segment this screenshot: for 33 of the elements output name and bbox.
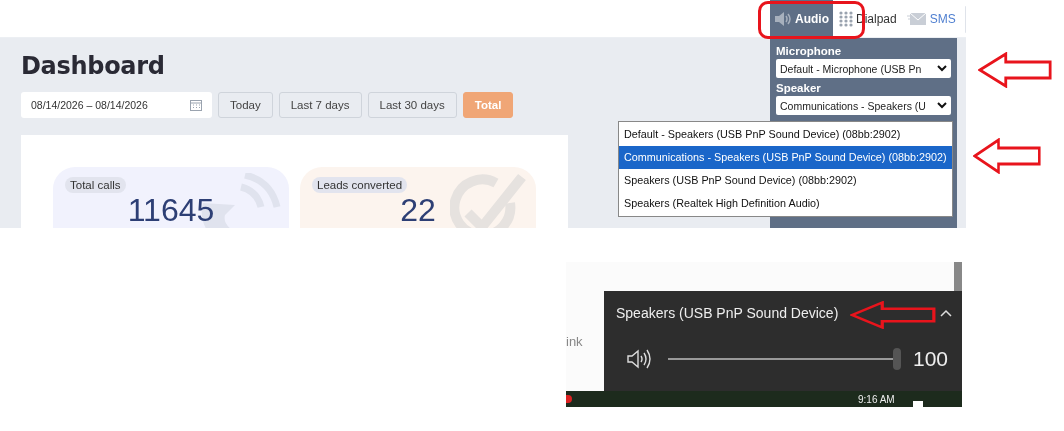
microphone-select[interactable]: Default - Microphone (USB Pn xyxy=(776,59,951,78)
dropdown-option[interactable]: Communications - Speakers (USB PnP Sound Device) (08bb:2902) xyxy=(619,146,952,169)
stat-label: Leads converted xyxy=(312,177,408,193)
speaker-icon[interactable] xyxy=(626,349,652,369)
notification-badge xyxy=(566,395,572,403)
range-button[interactable]: Today xyxy=(218,92,273,118)
dropdown-option[interactable]: Speakers (Realtek High Definition Audio) xyxy=(619,192,952,215)
field-label: Microphone xyxy=(776,44,843,58)
speaker-select[interactable]: Communications - Speakers (U xyxy=(776,96,951,115)
chevron-up-icon[interactable] xyxy=(940,309,952,317)
stat-value: 22 xyxy=(400,194,436,226)
page-title: Dashboard xyxy=(21,52,166,80)
volume-reading: 100 xyxy=(913,347,949,371)
scrollbar[interactable] xyxy=(954,262,962,292)
range-button[interactable]: Last 7 days xyxy=(278,92,362,118)
date-range-field[interactable]: 08/14/2026 – 08/14/2026 xyxy=(21,92,212,118)
device-name: Speakers (USB PnP Sound Device) xyxy=(616,305,839,321)
clock-time: 9:16 AM xyxy=(858,393,895,405)
link-text: ink xyxy=(566,334,583,349)
dropdown-option[interactable]: Speakers (USB PnP Sound Device) (08bb:2902) xyxy=(619,169,952,192)
envelope-icon xyxy=(906,11,927,26)
dropdown-option[interactable]: Default - Speakers (USB PnP Sound Device) (08bb:2902) xyxy=(619,123,952,146)
annotation-arrow xyxy=(973,138,1041,174)
speaker-icon xyxy=(774,11,792,26)
field-label: Speaker xyxy=(776,81,822,95)
chevron-down-icon xyxy=(937,65,947,72)
stat-value: 11645 xyxy=(127,194,215,226)
range-button[interactable]: Last 30 days xyxy=(367,92,457,118)
dialpad-icon xyxy=(839,10,853,27)
chevron-down-icon xyxy=(937,102,947,109)
stat-label: Total calls xyxy=(65,177,126,193)
calendar-icon xyxy=(190,99,202,111)
notification-icon[interactable] xyxy=(912,401,923,407)
